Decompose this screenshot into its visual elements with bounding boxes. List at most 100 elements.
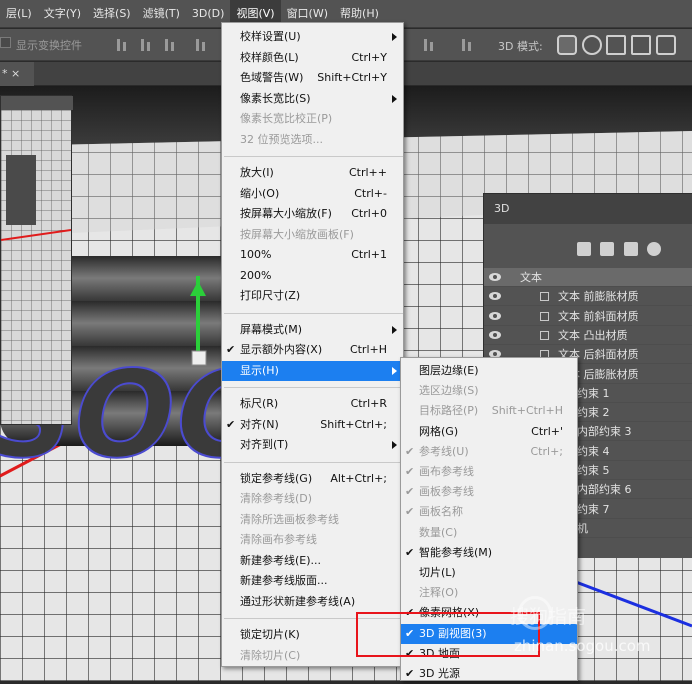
view-menu-item[interactable]: ✔ 显示额外内容(X) Ctrl+H: [222, 340, 403, 360]
align-top-icon[interactable]: [115, 39, 129, 51]
layer-row-material[interactable]: 文本 凸出材质: [484, 326, 692, 345]
view-menu-item[interactable]: 按屏幕大小缩放(F) Ctrl+0: [222, 204, 403, 224]
menu-item-label: 锁定切片(K): [240, 628, 300, 641]
view-menu-item[interactable]: 色域警告(W) Shift+Ctrl+Y: [222, 68, 403, 88]
view-menu-item[interactable]: 清除所选画板参考线: [222, 510, 403, 530]
view-menu-item[interactable]: 新建参考线版面...: [222, 571, 403, 591]
menu-type[interactable]: 文字(Y): [38, 0, 87, 28]
eye-icon[interactable]: [489, 311, 501, 320]
show-submenu-item[interactable]: ✔ 画板名称: [401, 502, 577, 522]
menu-item-shortcut: Alt+Ctrl+;: [330, 471, 387, 485]
3d-secondary-view[interactable]: [0, 95, 73, 425]
distribute-right-icon[interactable]: [422, 39, 436, 51]
layer-row-root[interactable]: 文本: [484, 268, 692, 287]
rotate-3d-icon[interactable]: [557, 35, 577, 55]
menu-item-shortcut: Ctrl+-: [354, 186, 387, 200]
material-icon: [540, 330, 549, 340]
view-menu-item[interactable]: 通过形状新建参考线(A): [222, 592, 403, 612]
view-menu-item[interactable]: 屏幕模式(M): [222, 320, 403, 340]
show-submenu-item[interactable]: 网格(G) Ctrl+': [401, 422, 577, 442]
menu-item-label: 画布参考线: [419, 465, 474, 478]
show-submenu-item[interactable]: ✔ 画板参考线: [401, 482, 577, 502]
align-vcenter-icon[interactable]: [139, 39, 153, 51]
material-filter-icon[interactable]: [623, 242, 638, 256]
view-menu-item[interactable]: 像素长宽比校正(P): [222, 109, 403, 129]
show-submenu-item[interactable]: 注释(O): [401, 583, 577, 603]
auto-align-icon[interactable]: [460, 39, 474, 51]
view-menu-item[interactable]: 显示(H): [222, 360, 403, 381]
menu-item-label: 通过形状新建参考线(A): [240, 594, 356, 608]
menu-select[interactable]: 选择(S): [87, 0, 137, 28]
eye-icon[interactable]: [489, 330, 501, 339]
show-submenu-item[interactable]: ✔ 参考线(U) Ctrl+;: [401, 442, 577, 462]
slide-3d-icon[interactable]: [631, 35, 651, 55]
menu-item-label: 图层边缘(E): [419, 364, 479, 377]
view-menu-item[interactable]: 新建参考线(E)...: [222, 551, 403, 571]
show-submenu-item[interactable]: 图层边缘(E): [401, 361, 577, 381]
view-menu-item[interactable]: 放大(I) Ctrl++: [222, 163, 403, 183]
light-filter-icon[interactable]: [646, 242, 661, 256]
view-menu-item[interactable]: 像素长宽比(S): [222, 89, 403, 109]
menu-item-label: 清除参考线(D): [240, 492, 313, 505]
layer-label: 约束 2: [577, 406, 610, 420]
menu-item-label: 锁定参考线(G): [240, 471, 313, 485]
menu-item-label: 校样颜色(L): [240, 50, 299, 64]
view-menu-item[interactable]: 按屏幕大小缩放画板(F): [222, 225, 403, 245]
menu-item-shortcut: Shift+Ctrl+;: [320, 417, 387, 431]
view-menu-item[interactable]: 200%: [222, 266, 403, 286]
menu-item-label: 画板名称: [419, 505, 463, 519]
menu-item-shortcut: Shift+Ctrl+Y: [317, 71, 387, 84]
3d-panel-tab[interactable]: 3D: [484, 194, 692, 224]
view-menu-item[interactable]: 清除画布参考线: [222, 530, 403, 550]
show-submenu-item[interactable]: ✔ 智能参考线(M): [401, 543, 577, 563]
view-menu-item[interactable]: 清除参考线(D): [222, 489, 403, 509]
menu-item-shortcut: Ctrl++: [348, 166, 387, 179]
layer-label: 约束 1: [577, 386, 610, 400]
scale-3d-icon[interactable]: [656, 35, 676, 55]
checkmark-icon: ✔: [226, 417, 236, 431]
roll-3d-icon[interactable]: [582, 35, 602, 55]
align-left-icon[interactable]: [194, 39, 208, 51]
view-menu-item[interactable]: 标尺(R) Ctrl+R: [222, 394, 403, 414]
show-submenu-item[interactable]: 数量(C): [401, 523, 577, 543]
view-menu-item[interactable]: 打印尺寸(Z): [222, 286, 403, 306]
layer-row-material[interactable]: 文本 前膨胀材质: [484, 287, 692, 307]
document-tab[interactable]: * ×: [0, 62, 34, 86]
checkmark-icon: ✔: [405, 505, 415, 519]
3d-panel-toolbar: [577, 242, 661, 260]
mesh-filter-icon[interactable]: [600, 242, 615, 256]
eye-icon[interactable]: [489, 273, 501, 281]
menu-item-label: 清除所选画板参考线: [240, 512, 339, 526]
show-submenu-item[interactable]: ✔ 画布参考线: [401, 462, 577, 482]
view-menu-item[interactable]: 锁定参考线(G) Alt+Ctrl+;: [222, 469, 403, 489]
menu-item-label: 像素长宽比校正(P): [240, 112, 333, 125]
menu-layer[interactable]: 层(L): [0, 0, 38, 28]
menu-item-shortcut: Ctrl+1: [351, 248, 387, 261]
menu-item-label: 目标路径(P): [419, 404, 479, 418]
view-menu-item[interactable]: 对齐到(T): [222, 435, 403, 455]
show-submenu-item[interactable]: 选区边缘(S): [401, 381, 577, 401]
view-menu-item[interactable]: 缩小(O) Ctrl+-: [222, 184, 403, 204]
view-menu-item[interactable]: 校样设置(U): [222, 27, 403, 47]
scene-filter-icon[interactable]: [577, 242, 591, 256]
eye-icon[interactable]: [489, 292, 501, 301]
pan-3d-icon[interactable]: [606, 35, 626, 55]
menu-item-shortcut: Ctrl+H: [349, 343, 387, 356]
menu-item-label: 缩小(O): [240, 186, 280, 200]
checkmark-icon: ✔: [405, 444, 415, 458]
show-submenu-item[interactable]: 目标路径(P) Shift+Ctrl+H: [401, 401, 577, 421]
show-submenu-item[interactable]: ✔ 3D 光源: [401, 664, 577, 684]
view-menu-item[interactable]: ✔ 对齐(N) Shift+Ctrl+;: [222, 415, 403, 435]
show-submenu-item[interactable]: 切片(L): [401, 563, 577, 583]
menu-item-label: 标尺(R): [240, 397, 279, 410]
align-bottom-icon[interactable]: [163, 39, 177, 51]
menu-separator: [224, 312, 403, 314]
view-menu-item[interactable]: 校样颜色(L) Ctrl+Y: [222, 48, 403, 68]
menu-separator: [224, 156, 403, 157]
view-menu-item[interactable]: 32 位预览选项...: [222, 130, 403, 150]
layer-row-material[interactable]: 文本 前斜面材质: [484, 307, 692, 326]
menu-filter[interactable]: 滤镜(T): [137, 0, 186, 28]
menu-item-label: 画板参考线: [419, 485, 474, 499]
view-menu-item[interactable]: 100% Ctrl+1: [222, 245, 403, 265]
show-transform-controls-checkbox[interactable]: [0, 37, 11, 48]
